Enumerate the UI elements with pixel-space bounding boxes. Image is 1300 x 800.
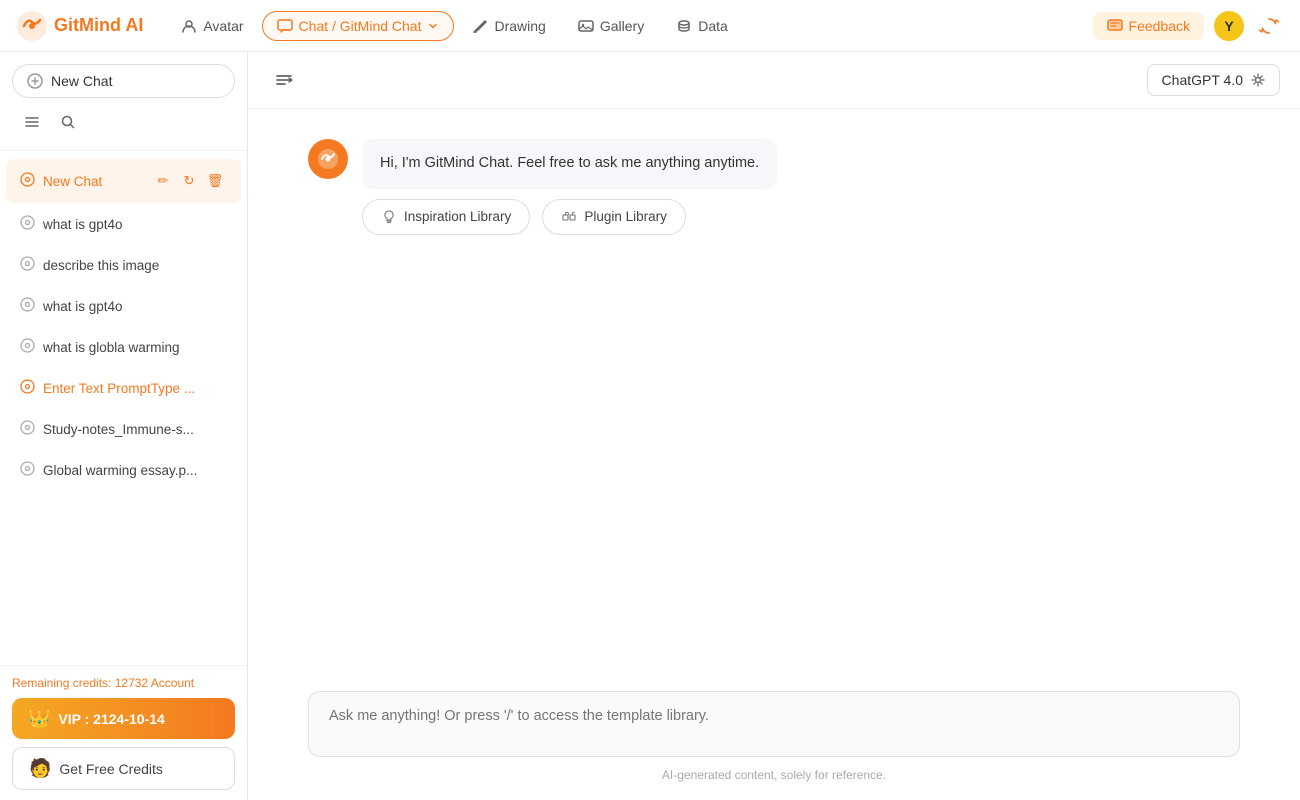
sidebar-header: New Chat [0,52,247,151]
gallery-icon [578,18,594,34]
data-icon [676,18,692,34]
chat-item-icon [20,172,35,191]
nav-item-chat[interactable]: Chat / GitMind Chat [262,11,455,41]
rename-button[interactable]: ✏ [151,169,175,193]
nav-right: Feedback Y [1093,11,1284,41]
search-button[interactable] [52,106,84,138]
chat-area: ChatGPT 4.0 [248,52,1300,800]
crown-icon: 👑 [28,708,50,729]
chat-input[interactable] [308,691,1240,757]
messages-area: Hi, I'm GitMind Chat. Feel free to ask m… [248,109,1300,677]
delete-button[interactable]: 🗑 [203,169,227,193]
active-chat-actions: ✏ ↻ 🗑 [151,169,227,193]
lightbulb-icon [381,209,397,225]
bot-avatar [308,139,348,179]
sidebar-tools [12,106,235,142]
nav-item-data[interactable]: Data [662,12,742,40]
chat-topbar: ChatGPT 4.0 [248,52,1300,109]
nav-item-gallery[interactable]: Gallery [564,12,658,40]
feedback-button[interactable]: Feedback [1093,12,1204,40]
collapse-sidebar-button[interactable] [268,64,300,96]
chat-item-icon [20,256,35,275]
person-icon: 🧑 [29,758,51,779]
top-nav: GitMind AI Avatar Chat / GitMind Chat [0,0,1300,52]
chat-bubble-icon [20,172,35,187]
input-area: AI-generated content, solely for referen… [248,677,1300,800]
chat-topbar-right: ChatGPT 4.0 [1147,64,1280,96]
bot-logo-icon [316,147,340,171]
inspiration-library-button[interactable]: Inspiration Library [362,199,530,235]
chat-item[interactable]: describe this image [6,246,241,285]
settings-icon [1251,73,1265,87]
chat-item[interactable]: what is gpt4o [6,205,241,244]
chat-list: New Chat ✏ ↻ 🗑 what is gpt4o describe th… [0,151,247,665]
footer-note: AI-generated content, solely for referen… [308,768,1240,782]
chat-item[interactable]: Enter Text PromptType ... [6,369,241,408]
chat-item[interactable]: Global warming essay.p... [6,451,241,490]
feedback-icon [1107,18,1123,34]
avatar-icon [181,18,197,34]
welcome-message: Hi, I'm GitMind Chat. Feel free to ask m… [362,139,777,189]
logo-icon [16,10,48,42]
sidebar: New Chat [0,52,248,800]
logo-text: GitMind AI [54,15,143,36]
chat-icon [277,18,293,34]
vip-button[interactable]: 👑 VIP : 2124-10-14 [12,698,235,739]
suggestion-buttons: Inspiration Library Plugin Library [362,199,777,235]
credits-row: Remaining credits: 12732 Account [12,676,235,690]
active-chat-item[interactable]: New Chat ✏ ↻ 🗑 [6,159,241,203]
bot-message-row: Hi, I'm GitMind Chat. Feel free to ask m… [308,139,1240,235]
plus-icon [27,73,43,89]
chat-item[interactable]: what is gpt4o [6,287,241,326]
logo-area: GitMind AI [16,10,143,42]
new-chat-button[interactable]: New Chat [12,64,235,98]
search-icon [60,114,76,130]
nav-item-drawing[interactable]: Drawing [458,12,559,40]
chat-item-icon [20,420,35,439]
chat-item-icon [20,297,35,316]
chat-item-icon [20,338,35,357]
nav-items: Avatar Chat / GitMind Chat Drawing [167,11,1084,41]
main-layout: New Chat [0,52,1300,800]
list-view-button[interactable] [16,106,48,138]
chat-item-icon [20,461,35,480]
drawing-icon [472,18,488,34]
user-avatar[interactable]: Y [1214,11,1244,41]
chat-item[interactable]: Study-notes_Immune-s... [6,410,241,449]
plugin-library-button[interactable]: Plugin Library [542,199,686,235]
chat-item-icon [20,215,35,234]
chat-item[interactable]: what is globla warming [6,328,241,367]
bot-message-content: Hi, I'm GitMind Chat. Feel free to ask m… [362,139,777,235]
refresh-icon [1259,16,1279,36]
sidebar-footer: Remaining credits: 12732 Account 👑 VIP :… [0,665,247,800]
model-selector[interactable]: ChatGPT 4.0 [1147,64,1280,96]
chevron-down-icon [427,20,439,32]
free-credits-button[interactable]: 🧑 Get Free Credits [12,747,235,790]
list-icon [24,114,40,130]
plugin-icon [561,209,577,225]
share-button[interactable]: ↻ [177,169,201,193]
refresh-button[interactable] [1254,11,1284,41]
chat-item-icon [20,379,35,398]
collapse-icon [274,70,294,90]
nav-item-avatar[interactable]: Avatar [167,12,257,40]
